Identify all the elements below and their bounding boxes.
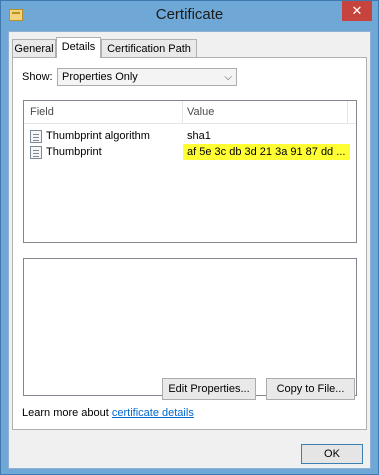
tab-details[interactable]: Details xyxy=(56,37,101,58)
row-field-name: Thumbprint algorithm xyxy=(46,130,150,142)
edit-properties-button[interactable]: Edit Properties... xyxy=(162,378,256,400)
column-header-value[interactable]: Value xyxy=(187,106,214,118)
close-button[interactable]: ✕ xyxy=(342,1,372,21)
ok-button[interactable]: OK xyxy=(301,444,363,464)
show-dropdown[interactable]: Properties Only ⌵ xyxy=(57,68,237,86)
show-dropdown-value: Properties Only xyxy=(62,71,138,83)
column-header-field[interactable]: Field xyxy=(30,106,54,118)
details-tab-panel: Show: Properties Only ⌵ Field Value Thum… xyxy=(12,57,367,430)
list-row-thumbprint-algorithm[interactable]: Thumbprint algorithm sha1 xyxy=(24,129,356,145)
certificate-window: Certificate ✕ General Details Certificat… xyxy=(0,0,379,475)
chevron-down-icon: ⌵ xyxy=(224,72,232,83)
row-field-value: sha1 xyxy=(187,130,211,142)
field-value-list[interactable]: Field Value Thumbprint algorithm sha1 Th… xyxy=(23,100,357,243)
show-label: Show: xyxy=(22,71,53,83)
tab-general[interactable]: General xyxy=(12,39,56,57)
tab-certification-path[interactable]: Certification Path xyxy=(101,39,197,57)
list-row-thumbprint[interactable]: Thumbprint af 5e 3c db 3d 21 3a 91 87 dd… xyxy=(24,144,356,161)
title-bar: Certificate ✕ xyxy=(1,1,378,31)
row-field-value-highlighted: af 5e 3c db 3d 21 3a 91 87 dd ... xyxy=(183,144,351,160)
list-header: Field Value xyxy=(24,101,356,124)
field-detail-textbox[interactable] xyxy=(23,258,357,396)
dialog-client-area: General Details Certification Path Show:… xyxy=(8,31,371,469)
certificate-field-icon xyxy=(30,146,42,159)
learn-more-prefix: Learn more about xyxy=(22,407,112,419)
column-divider xyxy=(182,101,183,123)
window-title: Certificate xyxy=(155,6,224,23)
column-divider xyxy=(347,101,348,123)
copy-to-file-button[interactable]: Copy to File... xyxy=(266,378,355,400)
learn-more-text: Learn more about certificate details xyxy=(22,407,194,419)
row-field-name: Thumbprint xyxy=(46,146,102,158)
certificate-field-icon xyxy=(30,130,42,143)
certificate-details-link[interactable]: certificate details xyxy=(112,407,194,419)
